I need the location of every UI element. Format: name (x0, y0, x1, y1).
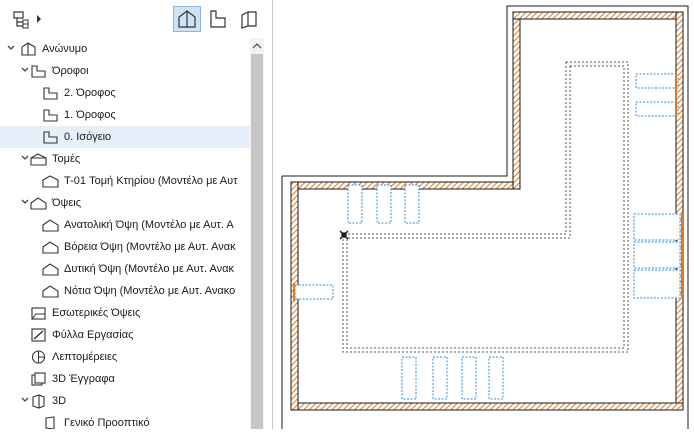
tree-row-label: Ανώνυμο (42, 43, 88, 55)
details-icon (31, 350, 46, 364)
worksheets-icon (31, 328, 46, 342)
elevation-icon (42, 241, 59, 254)
layout-book-button[interactable] (235, 6, 263, 32)
stories-folder-icon (31, 65, 46, 78)
floor-plan-drawing (281, 5, 689, 429)
tree-row[interactable]: Όροφοι (0, 60, 250, 82)
tree-row[interactable]: Φύλλα Εργασίας (0, 324, 250, 346)
navigator-tree: Ανώνυμο Όροφοι 2. Όροφος 1. Όροφος 0. Ισόγει… (0, 38, 250, 429)
tree-row[interactable]: Τομές (0, 148, 250, 170)
tree-row-label: Γενικό Προοπτικό (64, 417, 150, 429)
tree-row-label: Ανατολική Όψη (Μοντέλο με Αυτ. Α (64, 219, 234, 231)
chevron-down-icon[interactable] (20, 197, 30, 207)
tree-row[interactable]: 3D Έγγραφα (0, 368, 250, 390)
tree-row-label: Βόρεια Όψη (Μοντέλο με Αυτ. Ανακ (64, 241, 236, 253)
project-navigator: Ανώνυμο Όροφοι 2. Όροφος 1. Όροφος 0. Ισόγει… (0, 0, 273, 429)
tree-row-label: 3D (52, 395, 67, 407)
floor-plan-canvas[interactable] (273, 0, 694, 429)
project-map-icon (178, 10, 196, 28)
story-icon (43, 131, 58, 144)
origin-marker-icon (339, 230, 349, 240)
tree-row[interactable]: T-01 Τομή Κτηρίου (Μοντέλο με Αυτ (0, 170, 250, 192)
tree-row[interactable]: 3D (0, 390, 250, 412)
tree-row[interactable]: Όψεις (0, 192, 250, 214)
tree-row-label: Δυτική Όψη (Μοντέλο με Αυτ. Ανακ (64, 263, 234, 275)
navigator-popup-button[interactable] (4, 6, 48, 32)
view-map-button[interactable] (204, 6, 232, 32)
tree-row-label: 3D Έγγραφα (52, 373, 115, 385)
tree-row[interactable]: Δυτική Όψη (Μοντέλο με Αυτ. Ανακ (0, 258, 250, 280)
tree-row[interactable]: 0. Ισόγειο (0, 126, 250, 148)
tree-row-label: Όψεις (52, 197, 82, 209)
tree-row-label: 2. Όροφος (64, 87, 116, 99)
tree-row[interactable]: Νότια Όψη (Μοντέλο με Αυτ. Ανακο (0, 280, 250, 302)
perspective-icon (45, 416, 55, 429)
windows (294, 73, 681, 400)
chevron-down-icon[interactable] (20, 395, 30, 405)
interior-elevations-icon (31, 307, 46, 320)
tree-row[interactable]: 2. Όροφος (0, 82, 250, 104)
tree-row[interactable]: 1. Όροφος (0, 104, 250, 126)
tree-row-label: Τομές (52, 153, 81, 165)
tree-row-label: Λεπτομέρειες (52, 351, 118, 363)
project-icon (21, 42, 36, 56)
scroll-up-arrow-icon[interactable] (250, 40, 264, 52)
navigator-toolbar (0, 0, 272, 38)
tree-row-label: T-01 Τομή Κτηρίου (Μοντέλο με Αυτ (64, 175, 238, 187)
elevation-icon (42, 263, 59, 276)
chevron-down-icon[interactable] (20, 153, 30, 163)
tree-row-label: Νότια Όψη (Μοντέλο με Αυτ. Ανακο (64, 285, 236, 297)
layout-book-icon (241, 11, 257, 29)
elevation-icon (42, 285, 59, 298)
tree-row[interactable]: Ανώνυμο (0, 38, 250, 60)
sections-folder-icon (30, 153, 47, 166)
chevron-down-icon[interactable] (20, 65, 30, 75)
tree-row-label: Εσωτερικές Όψεις (52, 307, 141, 319)
tree-row[interactable]: Ανατολική Όψη (Μοντέλο με Αυτ. Α (0, 214, 250, 236)
section-icon (42, 175, 59, 188)
tree-row[interactable]: Λεπτομέρειες (0, 346, 250, 368)
tree-row[interactable]: Γενικό Προοπτικό (0, 412, 250, 429)
story-icon (43, 87, 58, 100)
navigator-tree-icon (13, 11, 41, 29)
elevation-icon (42, 219, 59, 232)
outer-contour-line (282, 5, 689, 429)
elevations-folder-icon (30, 197, 47, 210)
project-map-button[interactable] (173, 6, 201, 32)
tree-row-label: 0. Ισόγειο (64, 131, 112, 143)
tree-row-label: Όροφοι (52, 65, 89, 77)
scroll-thumb[interactable] (251, 54, 263, 429)
tree-row-label: Φύλλα Εργασίας (52, 329, 134, 341)
chevron-down-icon[interactable] (6, 43, 16, 53)
3d-folder-icon (32, 394, 45, 409)
tree-row[interactable]: Βόρεια Όψη (Μοντέλο με Αυτ. Ανακ (0, 236, 250, 258)
3d-documents-icon (31, 372, 46, 386)
tree-row[interactable]: Εσωτερικές Όψεις (0, 302, 250, 324)
story-icon (43, 109, 58, 122)
tree-row-label: 1. Όροφος (64, 109, 116, 121)
tree-scrollbar[interactable] (250, 38, 264, 429)
view-map-icon (210, 10, 226, 28)
